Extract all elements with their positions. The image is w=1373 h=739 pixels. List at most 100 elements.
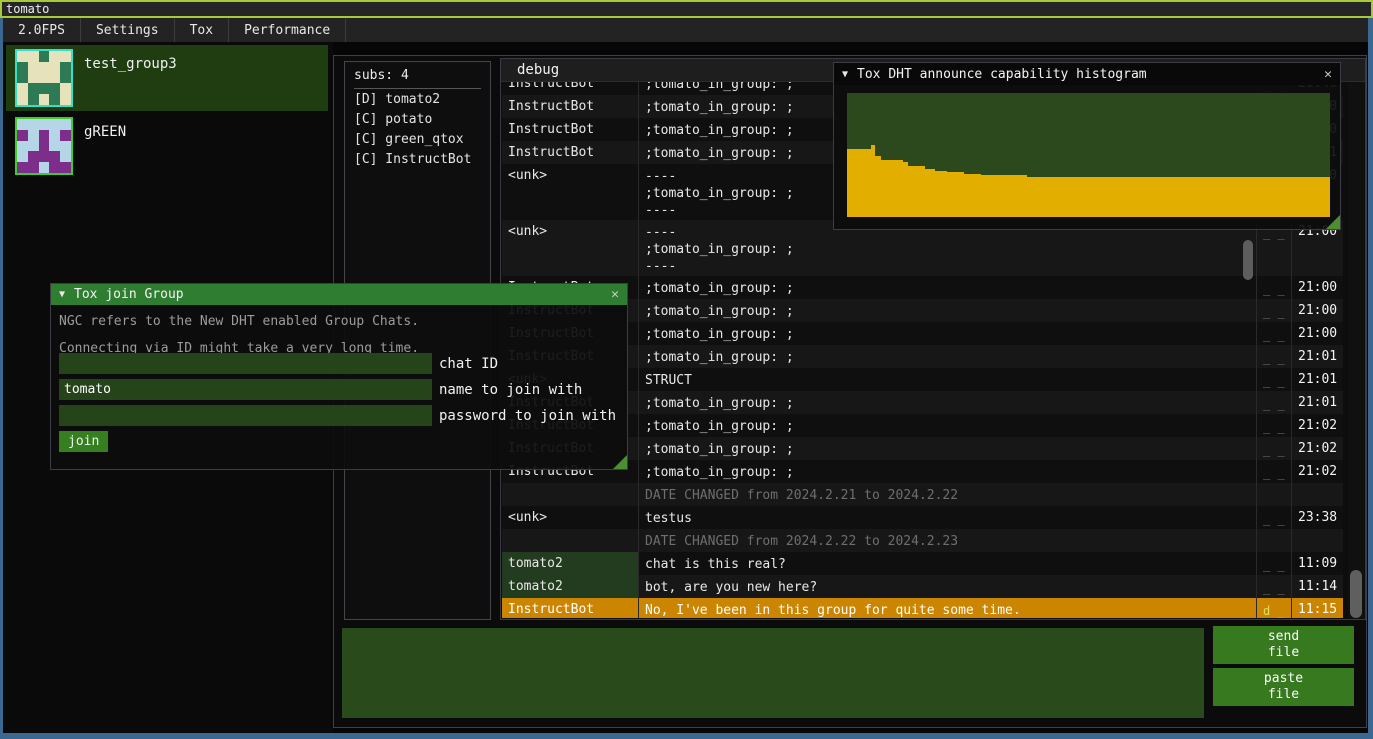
collapse-arrow-icon[interactable]: ▼ <box>842 69 848 80</box>
member-item-InstructBot[interactable]: [C] InstructBot <box>345 149 490 169</box>
group-avatar <box>15 117 73 175</box>
message-row[interactable]: InstructBot;tomato_in_group: ;_ _21:02 <box>502 460 1343 483</box>
chat-scrollbar-thumb[interactable] <box>1350 570 1362 618</box>
window-titlebar[interactable]: tomato <box>0 0 1373 18</box>
author-cell: <unk> <box>502 164 639 220</box>
flags-cell: _ _ <box>1257 345 1292 368</box>
message-row[interactable]: <unk>testus_ _23:38 <box>502 506 1343 529</box>
member-item-green_qtox[interactable]: [C] green_qtox <box>345 129 490 149</box>
timestamp-cell: 11:14 <box>1292 575 1343 598</box>
flags-cell <box>1257 529 1292 552</box>
flags-cell: _ _ <box>1257 506 1292 529</box>
member-list: [D] tomato2[C] potato[C] green_qtox[C] I… <box>345 89 490 169</box>
message-cell: ;tomato_in_group: ; <box>639 322 1257 345</box>
window-frame-bottom <box>0 733 1373 739</box>
message-cell: ;tomato_in_group: ; <box>639 391 1257 414</box>
menu-item-settings[interactable]: Settings <box>81 18 175 42</box>
message-row[interactable]: InstructBot;tomato_in_group: ;_ _21:02 <box>502 437 1343 460</box>
timestamp-cell: 21:02 <box>1292 460 1343 483</box>
message-row[interactable]: InstructBot;tomato_in_group: ;_ _21:00 <box>502 299 1343 322</box>
message-row[interactable]: InstructBot;tomato_in_group: ;_ _21:00 <box>502 276 1343 299</box>
sidebar-group-test_group3[interactable]: test_group3 <box>6 45 328 111</box>
close-icon[interactable]: ✕ <box>1324 67 1332 82</box>
author-cell: InstructBot <box>502 95 639 118</box>
join-field-row: password to join with <box>59 405 616 426</box>
timestamp-cell: 21:02 <box>1292 414 1343 437</box>
message-input[interactable] <box>342 628 1204 718</box>
message-cell: testus <box>639 506 1257 529</box>
paste-file-button[interactable]: paste file <box>1213 668 1354 706</box>
dht-histogram-title: Tox DHT announce capability histogram <box>857 67 1147 82</box>
message-row[interactable]: tomato2chat is this real?_ _11:09 <box>502 552 1343 575</box>
flags-cell: _ _ <box>1257 391 1292 414</box>
histogram-bar-segment <box>935 171 947 218</box>
histogram-bar-segment <box>981 175 1027 217</box>
menu-item-tox[interactable]: Tox <box>175 18 229 42</box>
timestamp-cell <box>1292 529 1343 552</box>
member-item-potato[interactable]: [C] potato <box>345 109 490 129</box>
timestamp-cell: 21:00 <box>1292 299 1343 322</box>
flags-cell: _ _ <box>1257 368 1292 391</box>
histogram-bar-segment <box>847 149 871 217</box>
window-title: tomato <box>6 2 49 16</box>
password-input[interactable] <box>59 405 432 426</box>
message-row[interactable]: tomato2bot, are you new here?_ _11:14 <box>502 575 1343 598</box>
author-cell: InstructBot <box>502 118 639 141</box>
timestamp-cell: 21:00 <box>1292 276 1343 299</box>
timestamp-cell: 11:15 <box>1292 598 1343 618</box>
timestamp-cell: 21:01 <box>1292 345 1343 368</box>
join-description-line: NGC refers to the New DHT enabled Group … <box>51 312 627 332</box>
message-row[interactable]: InstructBot;tomato_in_group: ;_ _21:01 <box>502 391 1343 414</box>
message-cell-scrollbar[interactable] <box>1243 240 1253 280</box>
app-window: tomato 2.0FPSSettingsToxPerformance test… <box>0 0 1373 739</box>
author-cell <box>502 483 639 506</box>
message-cell: bot, are you new here? <box>639 575 1257 598</box>
chat-scrollbar-track[interactable] <box>1348 82 1364 618</box>
send-file-button[interactable]: send file <box>1213 626 1354 664</box>
message-row[interactable]: InstructBot;tomato_in_group: ;_ _21:00 <box>502 322 1343 345</box>
message-cell: STRUCT <box>639 368 1257 391</box>
histogram-bar-segment <box>908 166 925 217</box>
subs-count-label: subs: 4 <box>345 62 490 88</box>
message-cell: ;tomato_in_group: ; <box>639 437 1257 460</box>
histogram-bar-segment <box>947 172 964 217</box>
dht-histogram-plot <box>847 93 1330 217</box>
join-field-row: chat ID <box>59 353 498 374</box>
timestamp-cell: 21:02 <box>1292 437 1343 460</box>
author-cell: tomato2 <box>502 575 639 598</box>
author-cell: tomato2 <box>502 552 639 575</box>
date-changed-row[interactable]: DATE CHANGED from 2024.2.21 to 2024.2.22 <box>502 483 1343 506</box>
date-changed-row[interactable]: DATE CHANGED from 2024.2.22 to 2024.2.23 <box>502 529 1343 552</box>
message-cell: ;tomato_in_group: ; <box>639 414 1257 437</box>
chat-id-input[interactable] <box>59 353 432 374</box>
histogram-bar-segment <box>1027 177 1330 217</box>
group-avatar <box>15 49 73 107</box>
close-icon[interactable]: ✕ <box>611 287 619 302</box>
name-input[interactable]: tomato <box>59 379 432 400</box>
sidebar-group-gREEN[interactable]: gREEN <box>6 113 328 179</box>
resize-grip[interactable] <box>613 455 627 469</box>
dht-histogram-window: ▼ Tox DHT announce capability histogram … <box>833 62 1341 230</box>
resize-grip[interactable] <box>1326 215 1340 229</box>
join-field-label: chat ID <box>439 356 498 372</box>
message-row[interactable]: InstructBot;tomato_in_group: ;_ _21:02 <box>502 414 1343 437</box>
menu-item-performance[interactable]: Performance <box>229 18 346 42</box>
timestamp-cell: 21:01 <box>1292 368 1343 391</box>
message-row[interactable]: InstructBotNo, I've been in this group f… <box>502 598 1343 618</box>
message-row[interactable]: InstructBot;tomato_in_group: ;_ _21:01 <box>502 345 1343 368</box>
join-group-titlebar[interactable]: ▼ Tox join Group ✕ <box>51 284 627 305</box>
collapse-arrow-icon[interactable]: ▼ <box>59 289 65 300</box>
message-cell: DATE CHANGED from 2024.2.21 to 2024.2.22 <box>639 483 1257 506</box>
menu-item-2-0fps[interactable]: 2.0FPS <box>3 18 81 42</box>
author-cell: InstructBot <box>502 598 639 618</box>
message-row[interactable]: <unk>STRUCT_ _21:01 <box>502 368 1343 391</box>
member-item-tomato2[interactable]: [D] tomato2 <box>345 89 490 109</box>
message-cell: ;tomato_in_group: ; <box>639 299 1257 322</box>
join-field-label: password to join with <box>439 408 616 424</box>
author-cell: <unk> <box>502 506 639 529</box>
message-cell: ;tomato_in_group: ; <box>639 460 1257 483</box>
dht-histogram-titlebar[interactable]: ▼ Tox DHT announce capability histogram … <box>834 63 1340 85</box>
timestamp-cell <box>1292 483 1343 506</box>
join-button[interactable]: join <box>59 431 108 452</box>
window-frame-right <box>1368 18 1373 739</box>
